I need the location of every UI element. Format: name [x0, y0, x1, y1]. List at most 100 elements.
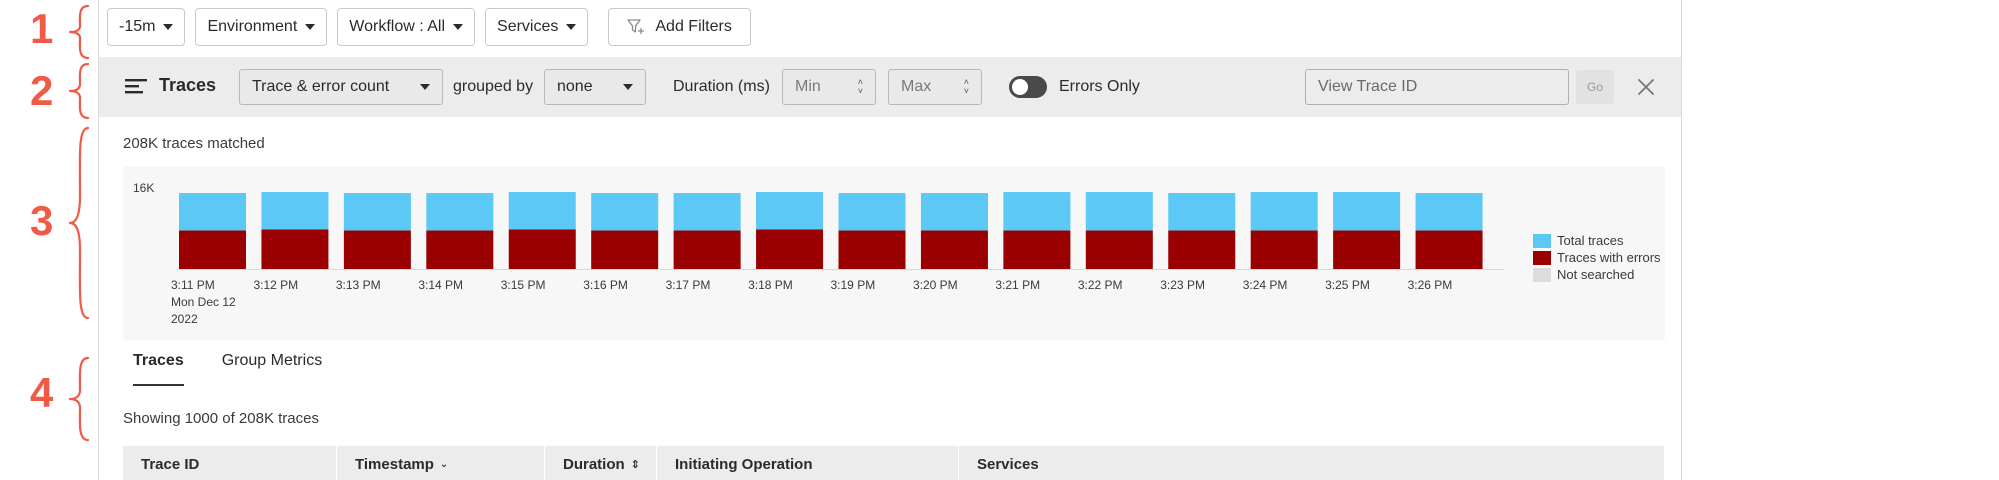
- bar-traces-with-errors[interactable]: [1415, 230, 1483, 269]
- stepper-arrows-icon[interactable]: ˄ ˅: [964, 78, 969, 96]
- close-icon[interactable]: [1637, 78, 1655, 96]
- chart-legend: Total traces Traces with errors Not sear…: [1533, 232, 1661, 283]
- bar-traces-with-errors[interactable]: [1003, 230, 1071, 269]
- bar-total-traces[interactable]: [508, 192, 576, 230]
- stepper-arrows-icon[interactable]: ˄ ˅: [858, 78, 863, 96]
- workflow-label: Workflow : All: [349, 18, 446, 35]
- bar-traces-with-errors[interactable]: [508, 229, 576, 269]
- bar-total-traces[interactable]: [756, 192, 824, 230]
- caret-down-icon: [566, 24, 577, 30]
- results-tabs: Traces Group Metrics: [133, 352, 322, 386]
- services-label: Services: [497, 18, 559, 35]
- errors-only-control: Errors Only: [1009, 76, 1140, 98]
- column-label: Trace ID: [141, 455, 200, 473]
- x-tick-label: 3:23 PM: [1160, 278, 1205, 292]
- add-filters-button[interactable]: Add Filters: [608, 8, 751, 46]
- group-by-value: none: [557, 78, 593, 95]
- filter-bar: -15m Environment Workflow : All Services…: [107, 8, 751, 46]
- traces-header: Traces: [125, 75, 216, 96]
- tab-traces[interactable]: Traces: [133, 352, 184, 386]
- services-dropdown[interactable]: Services: [485, 8, 589, 46]
- bar-total-traces[interactable]: [920, 193, 988, 231]
- x-tick-label: 3:16 PM: [583, 278, 628, 292]
- add-filters-label: Add Filters: [655, 18, 732, 35]
- bar-total-traces[interactable]: [261, 192, 329, 230]
- duration-min-input[interactable]: Min ˄ ˅: [782, 69, 876, 105]
- trace-id-input[interactable]: [1305, 69, 1569, 105]
- annotation-brace-4: [68, 356, 90, 442]
- legend-item-not-searched[interactable]: Not searched: [1533, 266, 1661, 283]
- annotation-number-3: 3: [30, 197, 54, 244]
- time-range-dropdown[interactable]: -15m: [107, 8, 186, 46]
- x-tick-label: 3:18 PM: [748, 278, 793, 292]
- bar-traces-with-errors[interactable]: [838, 230, 906, 269]
- bar-total-traces[interactable]: [1415, 193, 1483, 231]
- group-by-select[interactable]: none: [544, 69, 646, 105]
- traces-toolbar: Traces Trace & error count grouped by no…: [99, 57, 1681, 117]
- bar-total-traces[interactable]: [673, 193, 741, 231]
- bar-traces-with-errors[interactable]: [673, 230, 741, 269]
- bar-total-traces[interactable]: [1333, 192, 1401, 231]
- bar-traces-with-errors[interactable]: [1168, 230, 1236, 269]
- bar-traces-with-errors[interactable]: [1333, 230, 1401, 269]
- legend-item-total[interactable]: Total traces: [1533, 232, 1661, 249]
- bar-traces-with-errors[interactable]: [920, 230, 988, 269]
- errors-only-toggle[interactable]: [1009, 76, 1047, 98]
- bar-total-traces[interactable]: [1003, 192, 1071, 231]
- legend-swatch-total: [1533, 233, 1551, 248]
- trace-count-chart: 16K 3:11 PM 3:12 PM 3:13 PM 3:14 PM 3:15 PM 3:…: [123, 166, 1665, 340]
- x-tick-label: 3:24 PM: [1243, 278, 1288, 292]
- column-label: Duration: [563, 455, 625, 473]
- errors-only-label: Errors Only: [1059, 78, 1140, 95]
- min-placeholder: Min: [795, 78, 821, 95]
- legend-item-errors[interactable]: Traces with errors: [1533, 249, 1661, 266]
- annotation-brace-3: [68, 126, 90, 320]
- environment-label: Environment: [207, 18, 298, 35]
- traces-app-panel: -15m Environment Workflow : All Services…: [98, 0, 1682, 480]
- bar-traces-with-errors[interactable]: [343, 230, 411, 269]
- traces-title: Traces: [159, 75, 217, 95]
- bar-traces-with-errors[interactable]: [179, 230, 246, 269]
- x-tick-sublabel: 2022: [171, 312, 198, 326]
- tab-group-metrics[interactable]: Group Metrics: [222, 352, 322, 386]
- column-header-duration[interactable]: Duration ⇕: [545, 446, 657, 480]
- x-tick-label: 3:25 PM: [1325, 278, 1370, 292]
- annotation-number-1: 1: [30, 5, 54, 52]
- legend-swatch-not-searched: [1533, 267, 1551, 282]
- x-tick-label: 3:22 PM: [1078, 278, 1123, 292]
- bar-total-traces[interactable]: [1085, 192, 1153, 231]
- empty-right-area: [1683, 0, 1999, 480]
- bar-total-traces[interactable]: [591, 193, 659, 231]
- bar-total-traces[interactable]: [179, 193, 246, 231]
- go-button[interactable]: Go: [1576, 70, 1614, 104]
- bar-traces-with-errors[interactable]: [591, 230, 659, 269]
- bar-total-traces[interactable]: [343, 193, 411, 231]
- column-header-timestamp[interactable]: Timestamp ⌄: [337, 446, 545, 480]
- column-header-trace-id[interactable]: Trace ID: [123, 446, 337, 480]
- bar-traces-with-errors[interactable]: [261, 229, 329, 269]
- bar-traces-with-errors[interactable]: [1250, 230, 1318, 269]
- bar-traces-with-errors[interactable]: [426, 230, 494, 269]
- legend-label-total: Total traces: [1557, 233, 1624, 248]
- bar-traces-with-errors[interactable]: [1085, 230, 1153, 269]
- bar-total-traces[interactable]: [1250, 192, 1318, 231]
- environment-dropdown[interactable]: Environment: [195, 8, 328, 46]
- column-header-services[interactable]: Services: [959, 446, 1665, 480]
- x-tick-label: 3:15 PM: [501, 278, 546, 292]
- annotation-number-4: 4: [30, 369, 54, 416]
- column-header-initiating-operation[interactable]: Initiating Operation: [657, 446, 959, 480]
- workflow-dropdown[interactable]: Workflow : All: [337, 8, 476, 46]
- bar-total-traces[interactable]: [426, 193, 494, 231]
- y-tick-label: 16K: [133, 181, 154, 195]
- sort-both-icon: ⇕: [630, 458, 640, 471]
- traces-table-header: Trace ID Timestamp ⌄ Duration ⇕ Initiati…: [123, 446, 1665, 480]
- x-tick-label: 3:19 PM: [831, 278, 876, 292]
- bar-total-traces[interactable]: [1168, 193, 1236, 231]
- x-tick-label: 3:12 PM: [253, 278, 298, 292]
- metric-select[interactable]: Trace & error count: [239, 69, 443, 105]
- bar-total-traces[interactable]: [838, 193, 906, 231]
- bar-traces-with-errors[interactable]: [756, 229, 824, 269]
- duration-label: Duration (ms): [673, 78, 770, 95]
- sort-desc-icon: ⌄: [439, 458, 449, 470]
- duration-max-input[interactable]: Max ˄ ˅: [888, 69, 982, 105]
